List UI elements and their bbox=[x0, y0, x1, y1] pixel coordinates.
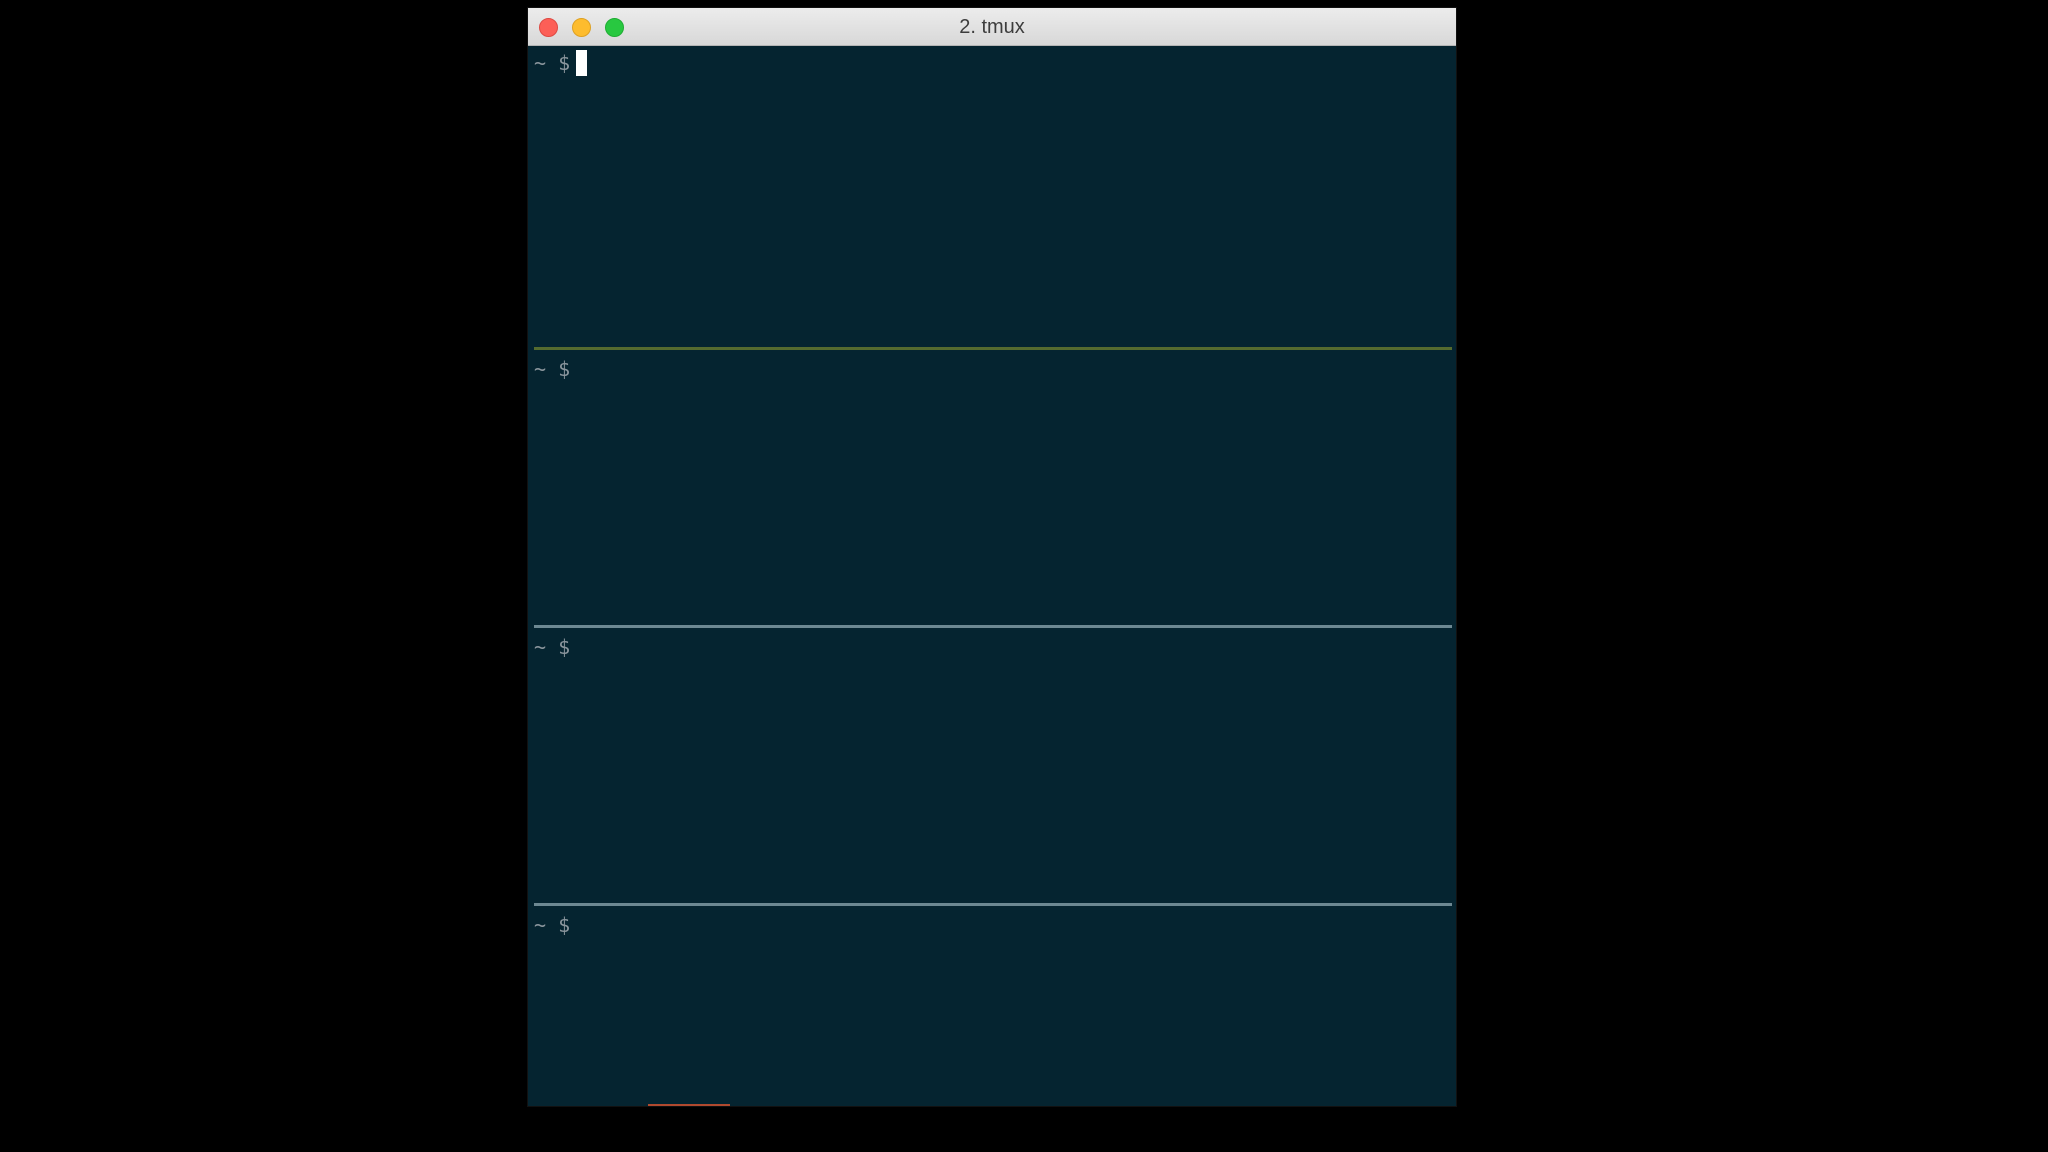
pane-1-prompt-text: ~ $ bbox=[534, 51, 571, 75]
tmux-pane-4[interactable]: ~ $ bbox=[528, 908, 1456, 1106]
pane-divider-2[interactable] bbox=[534, 625, 1452, 628]
terminal-window: 2. tmux ~ $ ~ $ ~ $ ~ $ bbox=[528, 8, 1456, 1106]
pane-1-prompt: ~ $ bbox=[534, 50, 588, 76]
pane-divider-1[interactable] bbox=[534, 347, 1452, 350]
tmux-pane-area: ~ $ ~ $ ~ $ ~ $ bbox=[528, 46, 1456, 1106]
pane-4-prompt: ~ $ bbox=[534, 913, 571, 937]
title-bar[interactable]: 2. tmux bbox=[528, 8, 1456, 46]
text-cursor bbox=[576, 50, 588, 76]
pane-3-prompt: ~ $ bbox=[534, 635, 571, 659]
tmux-pane-2[interactable]: ~ $ bbox=[528, 352, 1456, 622]
status-bar-indicator bbox=[648, 1104, 730, 1106]
window-title: 2. tmux bbox=[959, 16, 1025, 38]
pane-2-prompt: ~ $ bbox=[534, 357, 571, 381]
tmux-pane-3[interactable]: ~ $ bbox=[528, 630, 1456, 900]
tmux-pane-1[interactable]: ~ $ bbox=[528, 46, 1456, 342]
pane-divider-3[interactable] bbox=[534, 903, 1452, 906]
